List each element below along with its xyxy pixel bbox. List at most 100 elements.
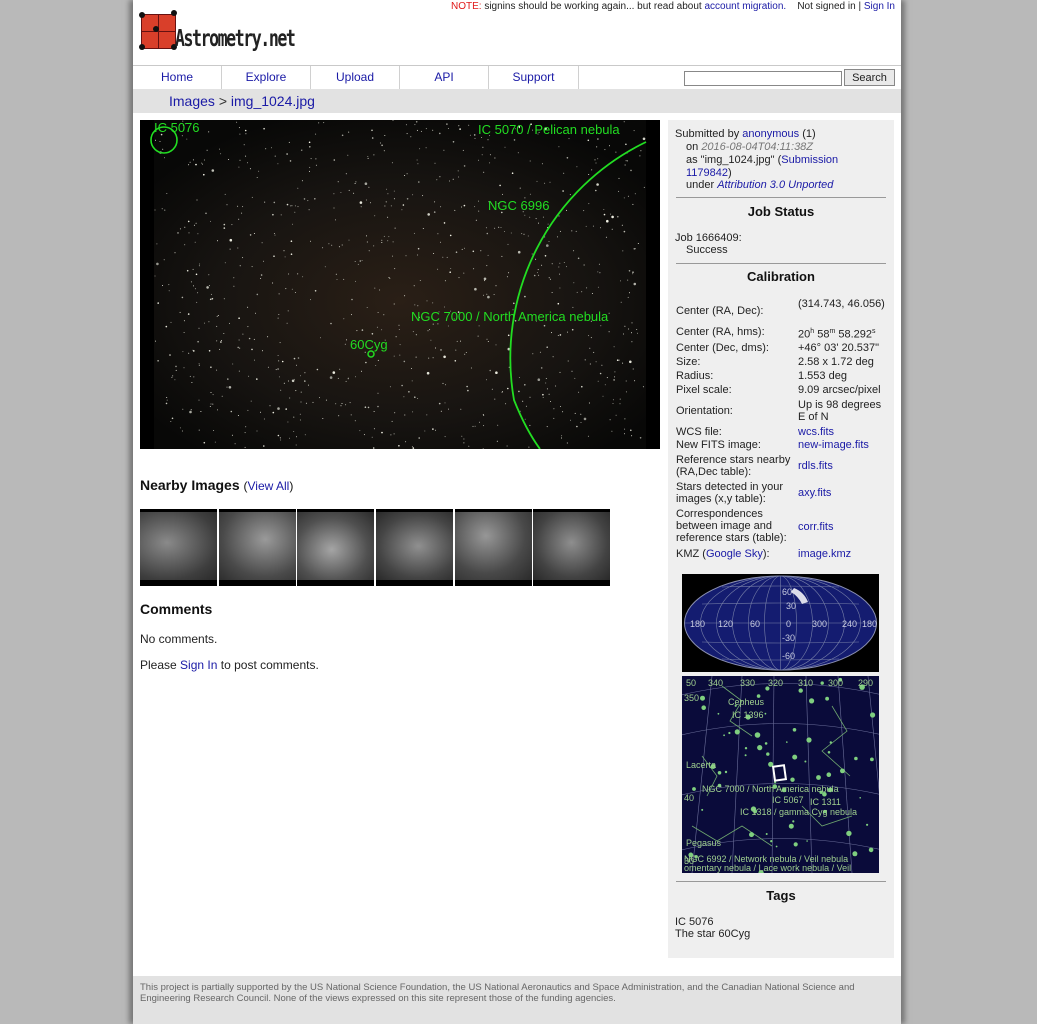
star xyxy=(496,440,498,442)
star xyxy=(432,428,434,430)
star xyxy=(220,153,222,155)
nav-bar: Home Explore Upload API Support Search xyxy=(133,65,901,90)
nearby-thumb-6[interactable] xyxy=(533,509,610,586)
star xyxy=(507,387,509,390)
comments-signin-link[interactable]: Sign In xyxy=(180,658,217,672)
catalog-star xyxy=(701,705,706,710)
submission-id-line: 1179842) xyxy=(686,167,732,179)
search-button[interactable]: Search xyxy=(844,69,895,86)
tag-ic5076[interactable]: IC 5076 xyxy=(675,916,714,928)
star xyxy=(486,232,489,235)
star xyxy=(445,384,446,386)
star xyxy=(639,437,642,439)
star xyxy=(487,341,489,342)
star xyxy=(237,346,239,349)
star xyxy=(527,235,529,237)
cal-value-center-radec: (314.743, 46.056) xyxy=(798,298,885,310)
star xyxy=(525,405,527,407)
star xyxy=(405,255,407,257)
star xyxy=(627,296,629,298)
star xyxy=(245,133,247,135)
search-input[interactable] xyxy=(684,71,842,86)
star xyxy=(238,317,240,319)
star xyxy=(256,293,259,296)
axy-file-link[interactable]: axy.fits xyxy=(798,487,890,499)
nearby-thumb-3[interactable] xyxy=(297,509,374,586)
star xyxy=(364,182,368,185)
star xyxy=(618,190,620,192)
submission-id-link[interactable]: 1179842 xyxy=(686,167,728,179)
star xyxy=(184,244,186,246)
view-all-link[interactable]: View All xyxy=(248,479,290,493)
star xyxy=(288,141,290,143)
star xyxy=(566,442,568,444)
catalog-star xyxy=(766,752,770,756)
star xyxy=(294,205,296,207)
breadcrumb-current[interactable]: img_1024.jpg xyxy=(231,93,315,109)
nearby-thumb-5[interactable] xyxy=(455,509,532,586)
star xyxy=(253,338,255,340)
license-link[interactable]: Attribution 3.0 Unported xyxy=(717,179,833,191)
nav-support[interactable]: Support xyxy=(489,66,579,89)
star xyxy=(315,164,317,166)
star xyxy=(567,331,568,333)
all-sky-map[interactable]: 180 120 60 0 300 240 180 60 30 -30 -60 xyxy=(682,574,879,672)
corr-file-link[interactable]: corr.fits xyxy=(798,521,890,533)
wcs-file-link[interactable]: wcs.fits xyxy=(798,426,890,438)
star xyxy=(193,285,194,287)
user-link[interactable]: anonymous xyxy=(742,128,799,140)
star xyxy=(437,233,439,235)
new-fits-link[interactable]: new-image.fits xyxy=(798,439,890,451)
to-post-text: to post comments. xyxy=(220,658,319,672)
submission-link[interactable]: Submission xyxy=(781,154,838,166)
star xyxy=(611,228,613,230)
catalog-star xyxy=(717,712,720,715)
star xyxy=(304,380,306,382)
star xyxy=(228,159,230,160)
nav-upload[interactable]: Upload xyxy=(311,66,400,89)
annotated-image[interactable]: IC 5076 IC 5070 / Pelican nebula NGC 699… xyxy=(140,120,660,449)
google-sky-link[interactable]: Google Sky xyxy=(706,548,763,560)
nav-explore[interactable]: Explore xyxy=(222,66,311,89)
star xyxy=(216,369,218,371)
star xyxy=(418,181,420,183)
star xyxy=(551,332,552,334)
star xyxy=(274,155,276,157)
star xyxy=(553,408,555,410)
star xyxy=(206,286,209,289)
star xyxy=(629,292,630,294)
star xyxy=(273,233,275,234)
star xyxy=(589,363,591,365)
nearby-thumb-4[interactable] xyxy=(376,509,453,586)
star xyxy=(540,367,543,369)
star xyxy=(210,403,212,405)
breadcrumb-images-link[interactable]: Images xyxy=(169,93,215,109)
star xyxy=(381,144,383,147)
star xyxy=(166,399,168,401)
nearby-thumb-1[interactable] xyxy=(140,509,217,586)
field-outline xyxy=(771,764,788,782)
star xyxy=(432,129,434,131)
kmz-file-link[interactable]: image.kmz xyxy=(798,548,890,560)
star xyxy=(508,272,510,274)
star xyxy=(261,242,263,244)
tag-60cyg[interactable]: The star 60Cyg xyxy=(675,928,750,940)
nav-api[interactable]: API xyxy=(400,66,489,89)
account-migration-link[interactable]: account migration. xyxy=(704,1,786,12)
astrometry-logo[interactable]: Astrometry.net xyxy=(139,10,329,54)
star xyxy=(458,277,460,279)
star xyxy=(367,406,370,409)
zoomed-sky-map[interactable]: 50 40 30 340 330 320 310 300 290 350 Cep… xyxy=(682,676,879,873)
rdls-file-link[interactable]: rdls.fits xyxy=(798,460,890,472)
star xyxy=(399,354,401,356)
star xyxy=(308,209,310,211)
nearby-thumb-2[interactable] xyxy=(219,509,296,586)
star xyxy=(208,285,210,287)
star xyxy=(424,430,426,432)
star xyxy=(291,288,293,290)
star xyxy=(611,430,613,432)
star xyxy=(333,159,336,161)
top-signin-link[interactable]: Sign In xyxy=(864,1,895,12)
star xyxy=(376,326,378,328)
nav-home[interactable]: Home xyxy=(133,66,222,89)
